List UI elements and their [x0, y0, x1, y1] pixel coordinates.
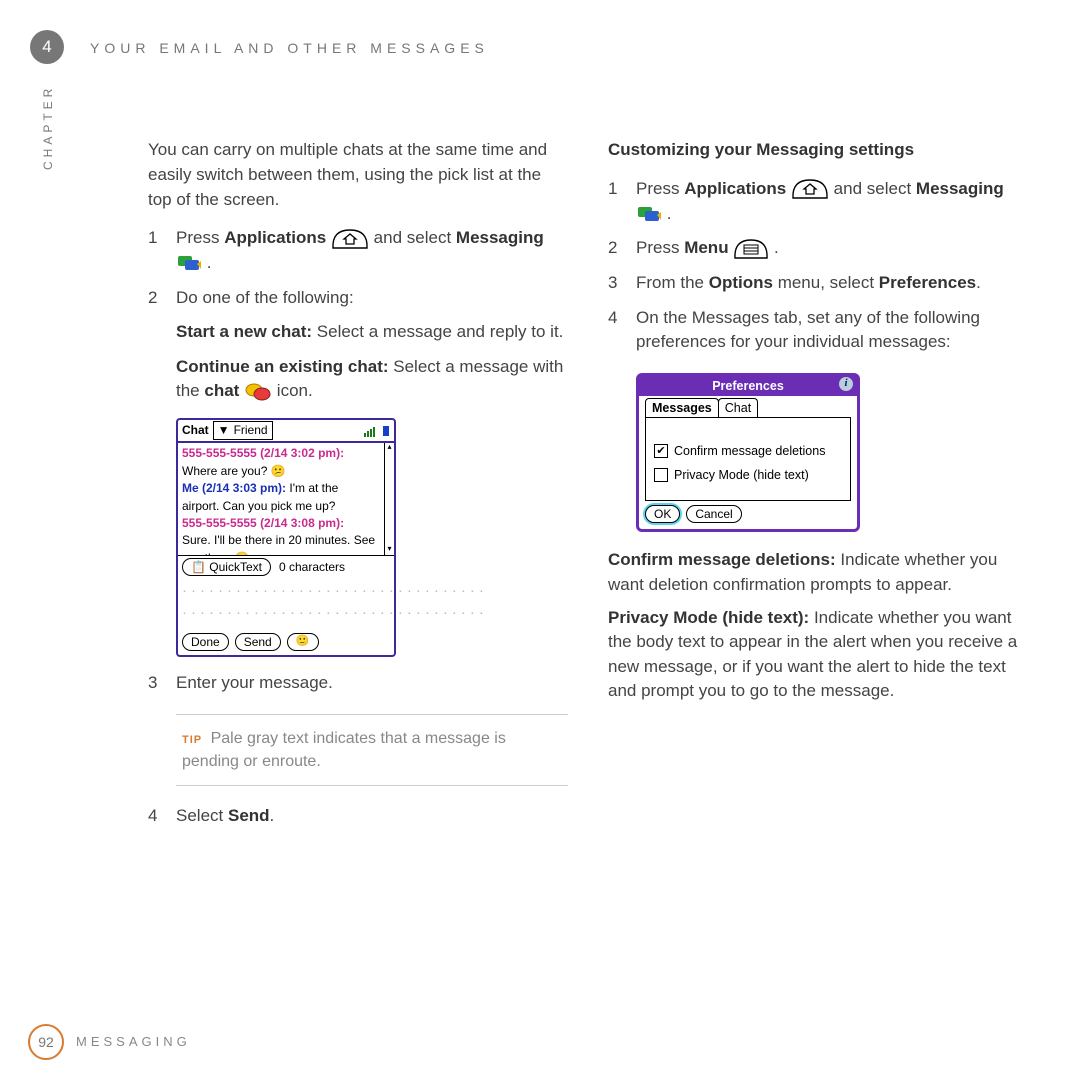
- checkbox-unchecked-icon: [654, 468, 668, 482]
- left-column: You can carry on multiple chats at the s…: [148, 138, 568, 838]
- intro-paragraph: You can carry on multiple chats at the s…: [148, 138, 568, 212]
- step-number: 2: [608, 236, 624, 261]
- step-number: 3: [608, 271, 624, 296]
- quicktext-button[interactable]: 📋 QuickText: [182, 558, 271, 576]
- cancel-button[interactable]: Cancel: [686, 505, 741, 523]
- emoji-icon: 🙂: [235, 551, 250, 557]
- applications-key-icon: [331, 228, 369, 250]
- section-heading: Customizing your Messaging settings: [608, 138, 1028, 163]
- scrollbar[interactable]: ▴▾: [384, 443, 394, 555]
- battery-icon: [382, 425, 390, 437]
- chat-thread: ▴▾ 555-555-5555 (2/14 3:02 pm): Where ar…: [178, 443, 394, 556]
- r-step-1: Press Applications and select Messaging …: [636, 177, 1028, 226]
- chat-picklist[interactable]: ▼ Friend: [213, 421, 273, 440]
- chat-title: Chat: [182, 422, 209, 439]
- chapter-side-label: CHAPTER: [40, 85, 57, 170]
- tab-messages[interactable]: Messages: [645, 398, 719, 417]
- char-count: 0 characters: [279, 559, 345, 576]
- step-1: Press Applications and select Messaging …: [176, 226, 568, 275]
- step-2: Do one of the following:: [176, 286, 568, 311]
- preferences-screenshot: Preferences i Messages Chat ✔ Confirm me…: [636, 373, 860, 533]
- step-number: 4: [148, 804, 164, 829]
- ok-button[interactable]: OK: [645, 505, 680, 523]
- messaging-app-icon: [176, 253, 202, 273]
- step-number: 1: [608, 177, 624, 226]
- definition-privacy-mode: Privacy Mode (hide text): Indicate wheth…: [608, 606, 1028, 705]
- messaging-app-icon: [636, 204, 662, 224]
- chat-window-screenshot: Chat ▼ Friend ▴▾ 555-555-5555 (2/14 3:02…: [176, 418, 396, 657]
- signal-icon: [364, 425, 378, 437]
- chat-icon: [244, 382, 272, 402]
- r-step-2: Press Menu .: [636, 236, 1028, 261]
- step-2-option-b: Continue an existing chat: Select a mess…: [176, 355, 568, 404]
- tab-chat[interactable]: Chat: [718, 398, 758, 417]
- menu-key-icon: [733, 238, 769, 260]
- tip-box: TIP Pale gray text indicates that a mess…: [176, 714, 568, 786]
- right-column: Customizing your Messaging settings 1 Pr…: [608, 138, 1028, 838]
- r-step-4: On the Messages tab, set any of the foll…: [636, 306, 1028, 355]
- chapter-title: YOUR EMAIL AND OTHER MESSAGES: [90, 30, 1028, 58]
- checkbox-checked-icon: ✔: [654, 444, 668, 458]
- definition-confirm-deletions: Confirm message deletions: Indicate whet…: [608, 548, 1028, 597]
- tip-label: TIP: [182, 734, 202, 746]
- applications-key-icon: [791, 178, 829, 200]
- step-number: 1: [148, 226, 164, 275]
- send-button[interactable]: Send: [235, 633, 281, 651]
- step-4: Select Send.: [176, 804, 568, 829]
- tip-text: Pale gray text indicates that a message …: [182, 730, 506, 770]
- privacy-mode-checkbox[interactable]: Privacy Mode (hide text): [654, 466, 842, 484]
- confirm-deletions-checkbox[interactable]: ✔ Confirm message deletions: [654, 442, 842, 460]
- r-step-3: From the Options menu, select Preference…: [636, 271, 1028, 296]
- step-number: 2: [148, 286, 164, 311]
- done-button[interactable]: Done: [182, 633, 229, 651]
- step-number: 4: [608, 306, 624, 355]
- info-icon[interactable]: i: [839, 377, 853, 391]
- step-3: Enter your message.: [176, 671, 568, 696]
- step-number: 3: [148, 671, 164, 696]
- step-2-option-a: Start a new chat: Select a message and r…: [176, 320, 568, 345]
- emoji-picker-button[interactable]: 🙂: [287, 633, 319, 651]
- prefs-titlebar: Preferences i: [639, 376, 857, 396]
- chapter-number-badge: 4: [30, 30, 64, 64]
- footer-section: MESSAGING: [76, 1033, 191, 1052]
- page-number: 92: [28, 1024, 64, 1060]
- message-input[interactable]: ········································…: [178, 578, 394, 630]
- emoji-icon: 😕: [271, 464, 286, 478]
